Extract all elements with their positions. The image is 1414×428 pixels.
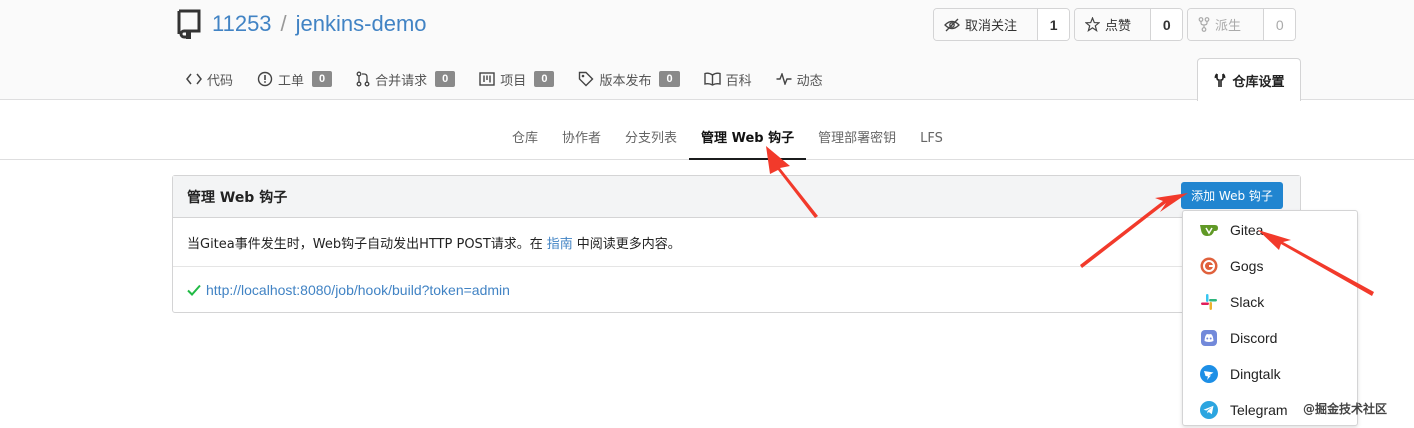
watch-count[interactable]: 1 (1038, 9, 1069, 40)
watch-group: 取消关注 1 (933, 8, 1070, 41)
subnav-collaborators[interactable]: 协作者 (550, 120, 613, 160)
dingtalk-icon (1199, 364, 1219, 384)
tab-pull-requests[interactable]: 合并请求 0 (344, 58, 467, 100)
repo-tabs: 代码 工单 0 合并请求 0 项目 0 版本发布 0 百科 动态 (176, 58, 835, 100)
tab-wiki-label: 百科 (725, 73, 752, 89)
fork-label: 派生 (1215, 19, 1242, 34)
slack-icon (1199, 292, 1219, 312)
unwatch-label: 取消关注 (965, 19, 1018, 34)
dropdown-item-slack[interactable]: Slack (1183, 284, 1359, 320)
repo-separator: / (280, 11, 287, 36)
tools-icon (1215, 72, 1226, 87)
webhook-row: http://localhost:8080/job/hook/build?tok… (173, 267, 1300, 312)
desc-text-end: 中阅读更多内容。 (576, 236, 681, 252)
dropdown-discord-label: Discord (1230, 330, 1278, 346)
guide-link[interactable]: 指南 (547, 233, 573, 252)
pull-request-icon (356, 71, 370, 87)
star-group: 点赞 0 (1074, 8, 1183, 41)
tab-activity[interactable]: 动态 (764, 58, 835, 100)
repo-owner-link[interactable]: 11253 (212, 11, 272, 37)
repo-name-link[interactable]: jenkins-demo (296, 11, 427, 37)
dropdown-dingtalk-label: Dingtalk (1230, 366, 1281, 382)
tab-projects-label: 项目 (500, 73, 527, 89)
project-icon (479, 72, 495, 86)
tab-issues-label: 工单 (278, 73, 305, 89)
desc-text: 当Gitea事件发生时，Web钩子自动发出HTTP POST请求。在 (187, 236, 543, 252)
tab-releases-label: 版本发布 (599, 73, 652, 89)
tab-issues[interactable]: 工单 0 (245, 58, 344, 100)
dropdown-gitea-label: Gitea (1230, 222, 1264, 238)
releases-count-badge: 0 (659, 71, 680, 87)
panel-title: 管理 Web 钩子 (173, 176, 1300, 218)
subnav-branches[interactable]: 分支列表 (613, 120, 689, 160)
check-icon (187, 284, 201, 296)
code-icon (186, 73, 202, 85)
tab-projects[interactable]: 项目 0 (467, 58, 566, 100)
dropdown-item-discord[interactable]: Discord (1183, 320, 1359, 356)
fork-icon (1198, 17, 1210, 32)
repo-title: 11253 / jenkins-demo (176, 8, 427, 40)
tab-wiki[interactable]: 百科 (692, 58, 764, 100)
pulse-icon (776, 73, 792, 85)
tab-code-label: 代码 (207, 73, 234, 89)
tab-pull-requests-label: 合并请求 (375, 73, 428, 89)
repo-icon (177, 9, 201, 39)
tag-icon (579, 71, 594, 87)
fork-button[interactable]: 派生 (1188, 9, 1265, 40)
panel-description: 当Gitea事件发生时，Web钩子自动发出HTTP POST请求。在 指南 中阅… (173, 218, 1300, 267)
dropdown-gogs-label: Gogs (1230, 258, 1264, 274)
watermark: @掘金技术社区 (1303, 402, 1388, 416)
tab-repo-settings-label: 仓库设置 (1232, 74, 1285, 90)
fork-count[interactable]: 0 (1264, 9, 1295, 40)
discord-icon (1199, 328, 1219, 348)
subnav-webhooks[interactable]: 管理 Web 钩子 (689, 120, 807, 160)
tab-repo-settings[interactable]: 仓库设置 (1197, 58, 1301, 101)
issues-count-badge: 0 (312, 71, 333, 87)
tab-releases[interactable]: 版本发布 0 (566, 58, 691, 100)
book-icon (703, 72, 721, 86)
dropdown-item-gogs[interactable]: Gogs (1183, 248, 1359, 284)
eye-slash-icon (944, 18, 960, 31)
settings-sub-nav: 仓库 协作者 分支列表 管理 Web 钩子 管理部署密钥 LFS (0, 120, 1414, 160)
unwatch-button[interactable]: 取消关注 (934, 9, 1039, 40)
subnav-repository[interactable]: 仓库 (500, 120, 550, 160)
webhook-type-dropdown: Gitea Gogs Slack Discord Dingtalk Telegr… (1182, 210, 1358, 426)
issue-icon (257, 71, 273, 87)
dropdown-slack-label: Slack (1230, 294, 1265, 310)
telegram-icon (1199, 400, 1219, 420)
star-count[interactable]: 0 (1151, 9, 1182, 40)
add-webhook-button[interactable]: 添加 Web 钩子 (1181, 182, 1283, 209)
star-button[interactable]: 点赞 (1075, 9, 1152, 40)
tab-code[interactable]: 代码 (176, 58, 245, 100)
fork-group: 派生 0 (1187, 8, 1296, 41)
webhook-url-link[interactable]: http://localhost:8080/job/hook/build?tok… (206, 282, 510, 298)
star-icon (1085, 17, 1100, 32)
subnav-lfs[interactable]: LFS (908, 120, 955, 160)
star-label: 点赞 (1105, 19, 1132, 34)
pull-requests-count-badge: 0 (435, 71, 456, 87)
dropdown-telegram-label: Telegram (1230, 402, 1288, 418)
repo-header: 11253 / jenkins-demo 取消关注 1 点赞 0 派生 0 代码… (0, 0, 1414, 101)
webhooks-panel: 管理 Web 钩子 当Gitea事件发生时，Web钩子自动发出HTTP POST… (172, 175, 1301, 313)
tab-activity-label: 动态 (796, 73, 823, 89)
projects-count-badge: 0 (534, 71, 555, 87)
dropdown-item-gitea[interactable]: Gitea (1183, 212, 1359, 248)
subnav-deploy-keys[interactable]: 管理部署密钥 (806, 120, 908, 160)
gitea-icon (1199, 220, 1219, 240)
dropdown-item-dingtalk[interactable]: Dingtalk (1183, 356, 1359, 392)
gogs-icon (1199, 256, 1219, 276)
